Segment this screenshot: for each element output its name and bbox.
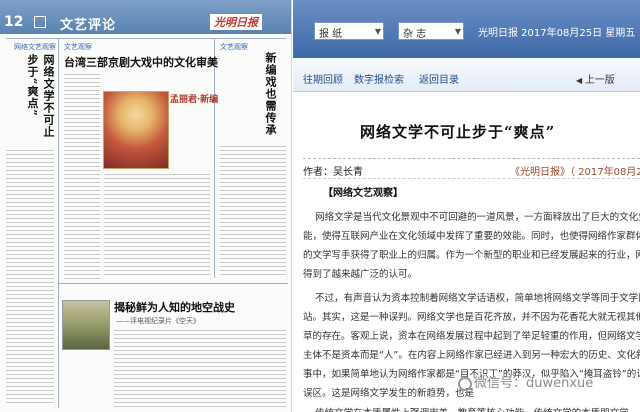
soldiers-photo — [62, 300, 110, 350]
prev-page-label: 上一版 — [584, 75, 615, 86]
text-column — [220, 146, 286, 278]
prev-page-link[interactable]: ◀ 上一版 — [576, 71, 615, 86]
article-headline-2[interactable]: 台湾三部京剧大戏中的文化审美 — [64, 54, 218, 70]
article-source: 《光明日报》（ 2017年08月25日 — [510, 167, 640, 178]
article-headline-vertical-1[interactable]: 网络文学不可止步于“爽点” — [24, 54, 56, 144]
column-tag-2: 文艺观察 — [64, 43, 92, 51]
photo-caption: 孟丽君·新编 — [170, 95, 219, 105]
divider — [303, 178, 640, 179]
article-kicker: 【网络文艺观察】 — [323, 188, 403, 199]
newspaper-page-scan[interactable]: 12 文艺评论 光明日报 网络文艺观察 文艺观察 文艺观察 网络文学不可止步于“… — [0, 0, 292, 412]
chevron-down-icon: ▼ — [454, 27, 461, 36]
text-column — [64, 74, 100, 279]
masthead-logo: 光明日报 — [210, 14, 262, 30]
article-paragraph: 网络文学是当代文化景观中不可回避的一道风景，一方面释放出了巨大的文化生产力 能，… — [303, 212, 640, 280]
prev-issue-link[interactable]: 往期回顾 — [303, 71, 343, 86]
back-to-index-link[interactable]: 返回目录 — [419, 71, 459, 86]
paper-type-value: 报 纸 — [319, 29, 343, 40]
text-column — [114, 330, 286, 408]
section-name: 文艺评论 — [60, 18, 117, 33]
arrow-left-icon: ◀ — [576, 76, 585, 85]
wechat-watermark: 微信号：duwenxue — [458, 372, 593, 391]
page-box-icon — [34, 16, 46, 28]
text-column — [6, 150, 54, 404]
text-column — [104, 174, 210, 278]
magazine-select[interactable]: 杂 志 ▼ — [398, 22, 464, 40]
article-headline-vertical-3[interactable]: 新编戏也需传承 — [262, 52, 278, 138]
magazine-value: 杂 志 — [403, 29, 427, 40]
digital-search-link[interactable]: 数字报检索 — [354, 71, 404, 86]
issue-info: 光明日报 2017年08月25日 星期五 — [478, 28, 636, 39]
opera-photo — [103, 91, 169, 169]
article-title: 网络文学不可止步于“爽点” — [360, 123, 556, 141]
paper-type-select[interactable]: 报 纸 ▼ — [314, 22, 384, 40]
chevron-down-icon: ▼ — [374, 27, 381, 36]
wechat-icon — [458, 376, 472, 391]
article-subtitle-4: ——评电视纪录片《空天》 — [116, 317, 200, 325]
divider — [303, 158, 640, 159]
article-headline-4[interactable]: 揭秘鲜为人知的地空战史 — [114, 299, 235, 315]
column-tag-1: 网络文艺观察 — [14, 43, 56, 51]
column-tag-3: 文艺观察 — [220, 43, 248, 51]
watermark-text: 微信号：duwenxue — [474, 376, 594, 391]
article-paragraph: 传统文学在本质属性上强调审美、教育等核心功能。传统文学的本质即文学 — [303, 404, 640, 412]
article-author: 作者：吴长青 — [303, 167, 363, 178]
page-number: 12 — [4, 14, 24, 30]
